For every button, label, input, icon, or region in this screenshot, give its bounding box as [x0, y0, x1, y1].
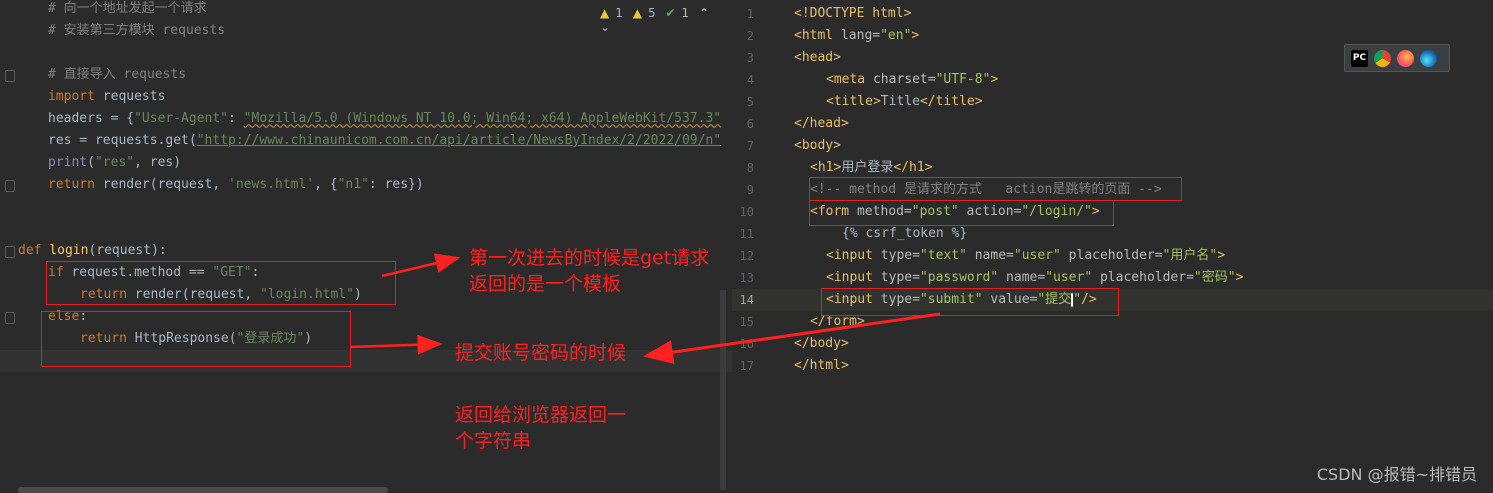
annotation-text: 第一次进去的时候是get请求 返回的是一个模板 [469, 245, 709, 297]
annotation-line: 返回给浏览器返回一 [455, 404, 627, 426]
annotation-line: 第一次进去的时候是get请求 [469, 247, 710, 269]
annotation-text: 返回给浏览器返回一 个字符串 [455, 402, 626, 454]
annotation-line: 个字符串 [455, 430, 532, 452]
arrow [381, 253, 461, 278]
arrow [643, 312, 941, 365]
watermark: CSDN @报错~排错员 [1316, 465, 1477, 484]
browser-preview-toolbar: PC [1344, 44, 1450, 72]
chrome-icon[interactable] [1374, 49, 1391, 67]
edge-icon[interactable] [1420, 49, 1437, 67]
annotation-line: 返回的是一个模板 [469, 273, 622, 295]
pycharm-icon[interactable]: PC [1351, 49, 1368, 67]
annotation-arrows [349, 253, 941, 365]
annotation-text: 提交账号密码的时候 [455, 342, 627, 364]
firefox-icon[interactable] [1397, 49, 1414, 67]
arrow [349, 334, 443, 355]
